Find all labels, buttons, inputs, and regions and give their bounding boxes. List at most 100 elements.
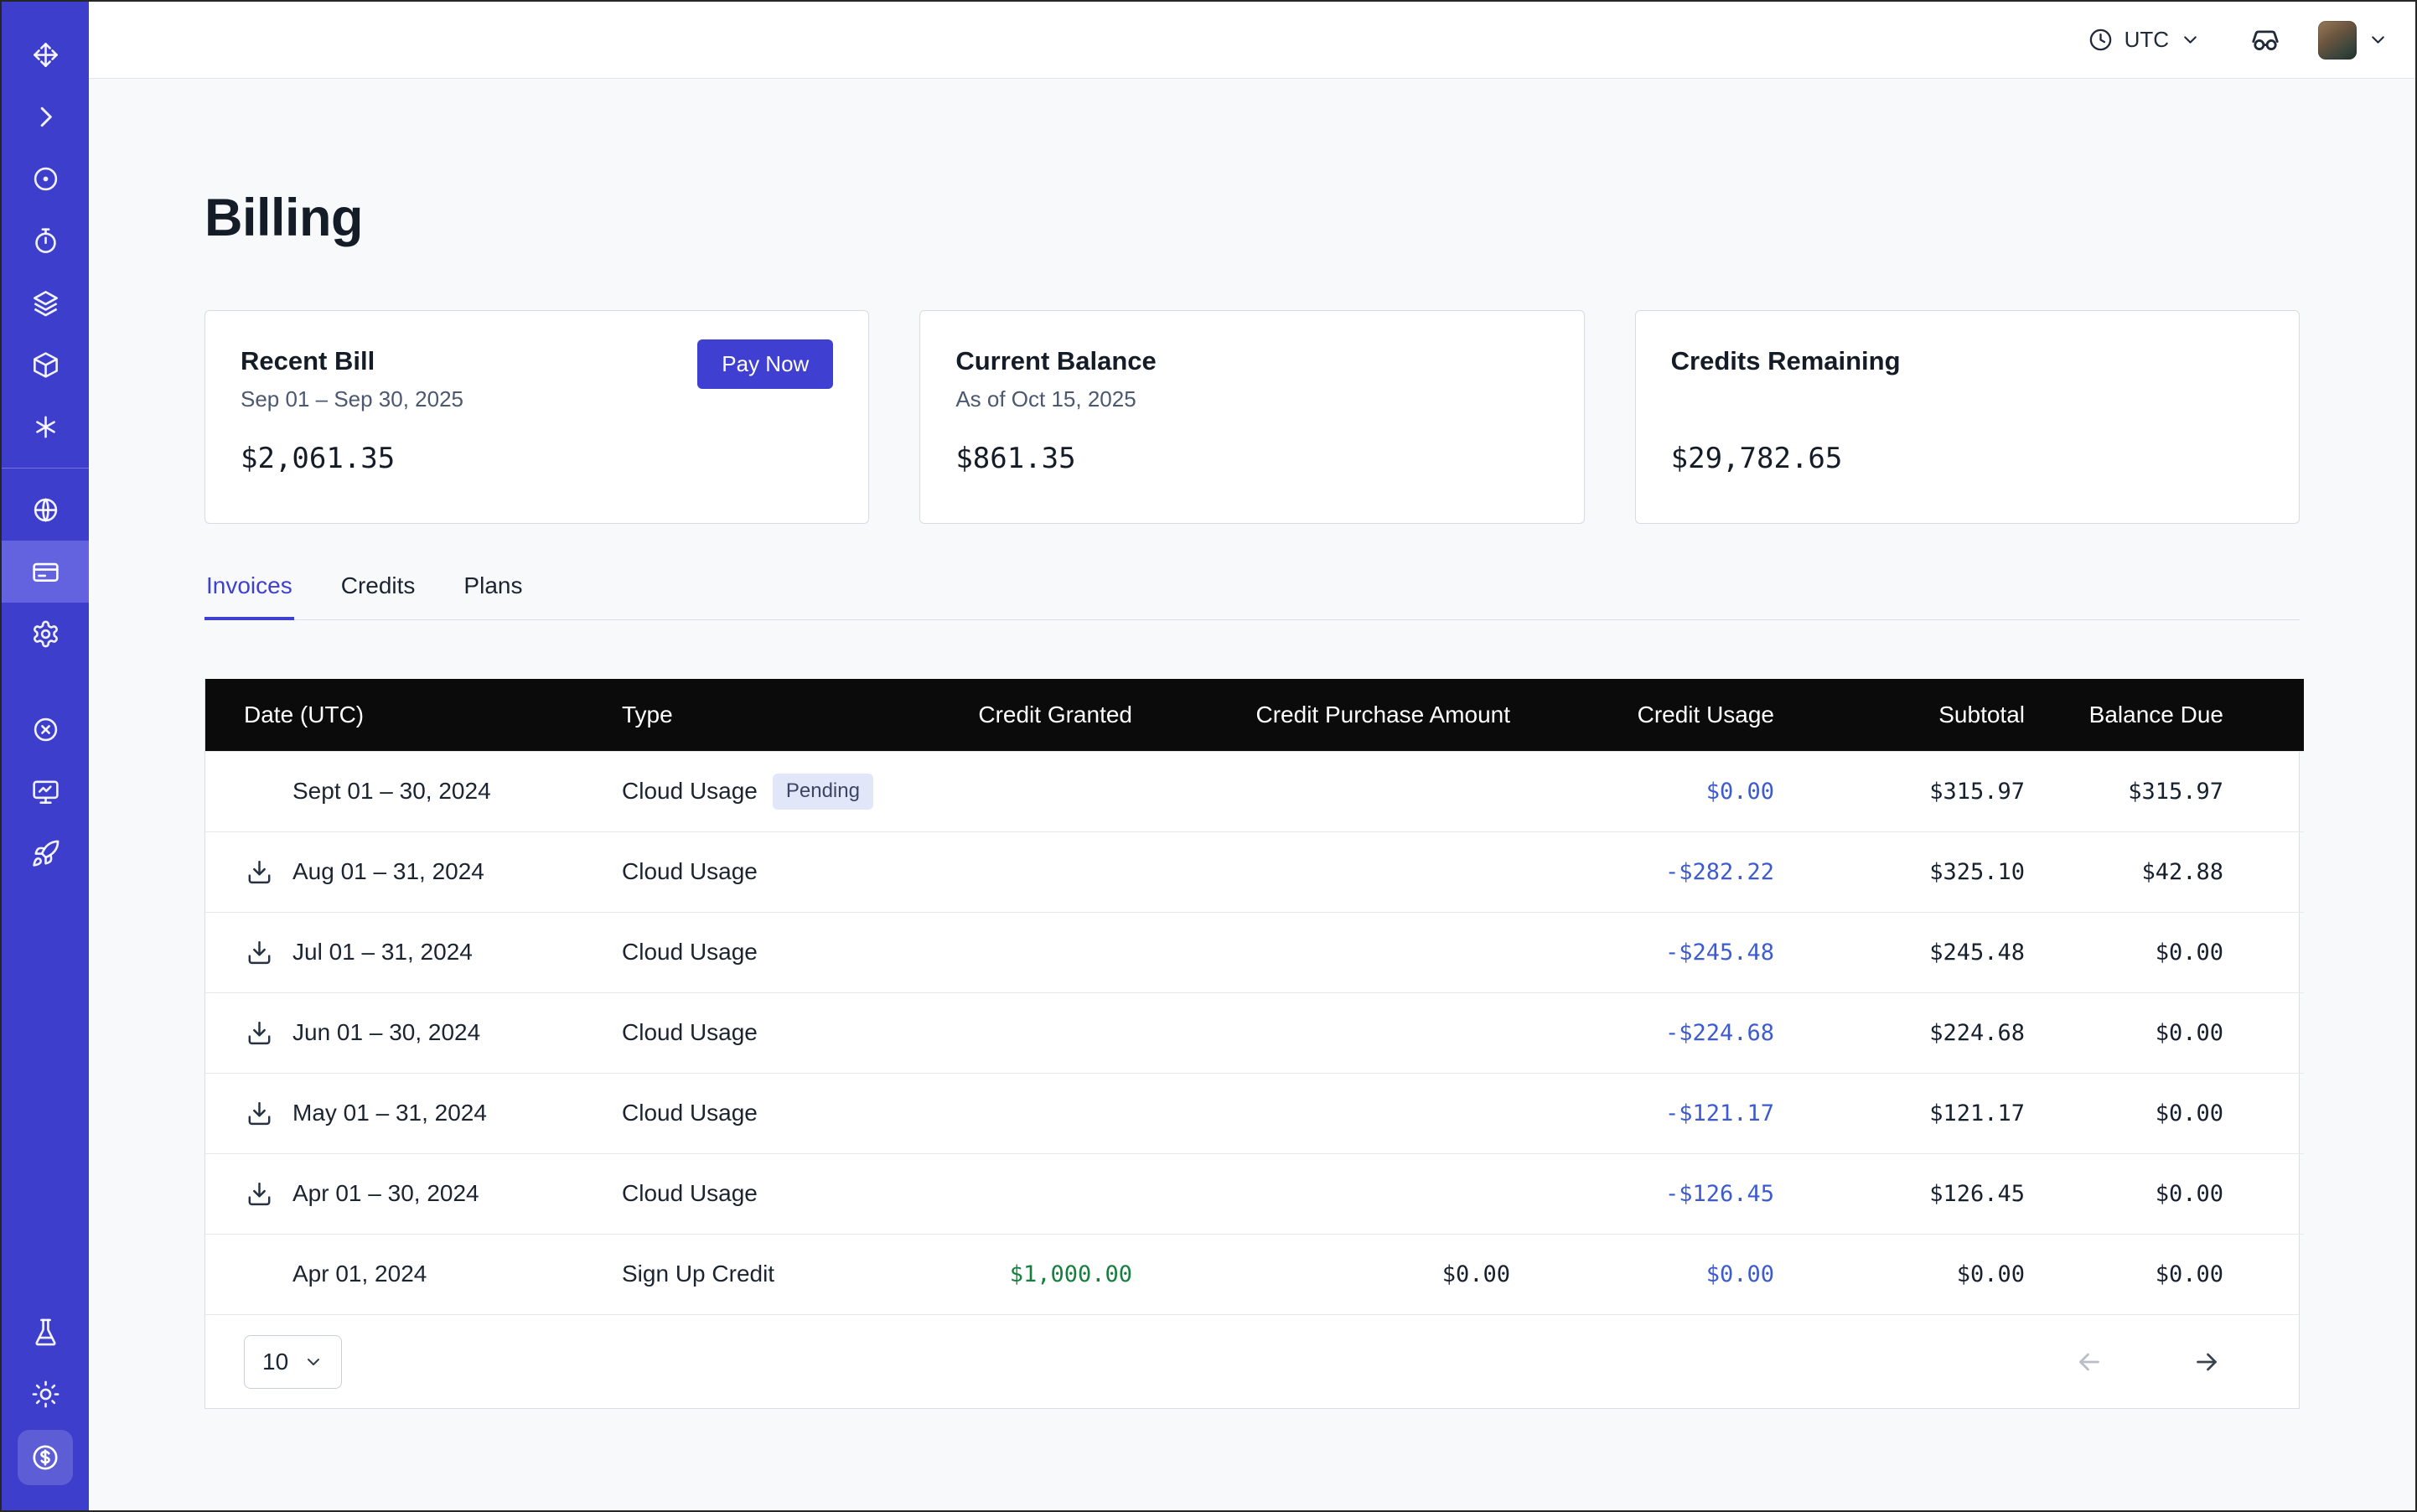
credit-granted-value: [924, 912, 1132, 992]
table-row: Jun 01 – 30, 2024 Cloud Usage -$224.68 $…: [205, 992, 2304, 1073]
download-invoice-icon[interactable]: [244, 857, 274, 887]
credit-usage-value: -$245.48: [1510, 912, 1774, 992]
previous-page-icon[interactable]: [2074, 1347, 2104, 1377]
table-footer: 10: [205, 1314, 2299, 1408]
credit-purchase-value: [1132, 1153, 1510, 1234]
balance-due-value: $42.88: [2025, 831, 2304, 912]
card-subtitle: [1671, 386, 2264, 415]
pay-now-button[interactable]: Pay Now: [697, 339, 833, 389]
cube-icon[interactable]: [2, 334, 89, 396]
layers-icon[interactable]: [2, 272, 89, 334]
table-row: Apr 01, 2024 Sign Up Credit $1,000.00 $0…: [205, 1234, 2304, 1314]
credit-usage-value: -$121.17: [1510, 1073, 1774, 1153]
invoice-period: Jun 01 – 30, 2024: [292, 1019, 480, 1046]
column-header-credit-purchase-amount: Credit Purchase Amount: [1132, 679, 1510, 751]
invoice-type: Cloud Usage: [622, 939, 758, 966]
credit-purchase-value: [1132, 992, 1510, 1073]
billing-tabs: Invoices Credits Plans: [204, 572, 2300, 620]
main-column: UTC Billing Recent Bill Sep 01 – Sep 30,…: [89, 2, 2415, 1510]
table-row: Sept 01 – 30, 2024 Cloud UsagePending $0…: [205, 751, 2304, 831]
balance-due-value: $0.00: [2025, 1234, 2304, 1314]
invoice-type: Cloud Usage: [622, 1019, 758, 1046]
download-invoice-icon[interactable]: [244, 937, 274, 967]
balance-due-value: $0.00: [2025, 912, 2304, 992]
next-page-icon[interactable]: [2192, 1347, 2222, 1377]
sun-icon[interactable]: [2, 1363, 89, 1425]
page-title: Billing: [204, 188, 2300, 248]
download-slot-empty: [244, 776, 274, 806]
avatar: [2318, 21, 2357, 60]
credit-usage-value: -$282.22: [1510, 831, 1774, 912]
invoice-period: Jul 01 – 31, 2024: [292, 939, 473, 966]
target-icon[interactable]: [2, 148, 89, 210]
subtotal-value: $224.68: [1774, 992, 2025, 1073]
download-invoice-icon[interactable]: [244, 1178, 274, 1209]
balance-due-value: $0.00: [2025, 1073, 2304, 1153]
download-invoice-icon[interactable]: [244, 1098, 274, 1128]
account-menu[interactable]: [2318, 21, 2389, 60]
credit-granted-value: [924, 831, 1132, 912]
page-size-value: 10: [262, 1349, 288, 1375]
column-header-credit-granted: Credit Granted: [924, 679, 1132, 751]
credit-purchase-value: [1132, 912, 1510, 992]
credit-usage-value: -$224.68: [1510, 992, 1774, 1073]
credit-granted-value: $1,000.00: [924, 1234, 1132, 1314]
billing-icon[interactable]: [2, 541, 89, 603]
card-subtitle: As of Oct 15, 2025: [955, 386, 1548, 415]
billing-page: Billing Recent Bill Sep 01 – Sep 30, 202…: [89, 79, 2415, 1510]
credit-purchase-value: [1132, 1073, 1510, 1153]
credit-granted-value: [924, 751, 1132, 831]
app-root: UTC Billing Recent Bill Sep 01 – Sep 30,…: [0, 0, 2417, 1512]
pagination: [2074, 1347, 2222, 1377]
flask-icon[interactable]: [2, 1301, 89, 1363]
tab-plans[interactable]: Plans: [462, 572, 524, 620]
circle-x-icon[interactable]: [2, 698, 89, 760]
table-row: Apr 01 – 30, 2024 Cloud Usage -$126.45 $…: [205, 1153, 2304, 1234]
sidebar-divider: [2, 468, 89, 469]
timezone-label: UTC: [2125, 27, 2169, 53]
table-header-row: Date (UTC) Type Credit Granted Credit Pu…: [205, 679, 2304, 751]
invoice-period: Sept 01 – 30, 2024: [292, 778, 491, 805]
download-invoice-icon[interactable]: [244, 1017, 274, 1048]
sidebar-gap: [2, 665, 89, 698]
credit-purchase-value: [1132, 831, 1510, 912]
card-title: Credits Remaining: [1671, 346, 2264, 376]
tab-credits[interactable]: Credits: [339, 572, 417, 620]
balance-due-value: $315.97: [2025, 751, 2304, 831]
column-header-balance-due: Balance Due: [2025, 679, 2304, 751]
invoice-type: Cloud Usage: [622, 1100, 758, 1126]
asterisk-icon[interactable]: [2, 396, 89, 458]
collapse-icon[interactable]: [2, 85, 89, 148]
invoice-type: Cloud Usage: [622, 1180, 758, 1207]
credit-usage-value: -$126.45: [1510, 1153, 1774, 1234]
goggles-icon[interactable]: [2249, 24, 2281, 56]
card-amount: $2,061.35: [241, 442, 833, 475]
credits-remaining-card: Credits Remaining $29,782.65: [1635, 310, 2300, 524]
display-icon[interactable]: [2, 760, 89, 822]
credit-granted-value: [924, 1073, 1132, 1153]
invoice-type: Sign Up Credit: [622, 1261, 774, 1287]
column-header-credit-usage: Credit Usage: [1510, 679, 1774, 751]
card-subtitle: Sep 01 – Sep 30, 2025: [241, 386, 833, 415]
logo-icon[interactable]: [2, 23, 89, 85]
tab-invoices[interactable]: Invoices: [204, 572, 294, 620]
chevron-down-icon: [303, 1352, 323, 1372]
credit-purchase-value: [1132, 751, 1510, 831]
page-size-select[interactable]: 10: [244, 1335, 342, 1389]
globe-icon[interactable]: [2, 479, 89, 541]
settings-icon[interactable]: [2, 603, 89, 665]
timer-icon[interactable]: [2, 210, 89, 272]
timezone-selector[interactable]: UTC: [2088, 27, 2201, 53]
subtotal-value: $0.00: [1774, 1234, 2025, 1314]
subtotal-value: $325.10: [1774, 831, 2025, 912]
subtotal-value: $126.45: [1774, 1153, 2025, 1234]
rocket-icon[interactable]: [2, 822, 89, 884]
sidebar-spacer: [2, 884, 89, 1301]
chevron-down-icon: [2368, 29, 2389, 50]
column-header-subtotal: Subtotal: [1774, 679, 2025, 751]
card-amount: $29,782.65: [1671, 442, 2264, 475]
subtotal-value: $315.97: [1774, 751, 2025, 831]
credits-icon[interactable]: [18, 1430, 73, 1485]
balance-due-value: $0.00: [2025, 1153, 2304, 1234]
subtotal-value: $245.48: [1774, 912, 2025, 992]
